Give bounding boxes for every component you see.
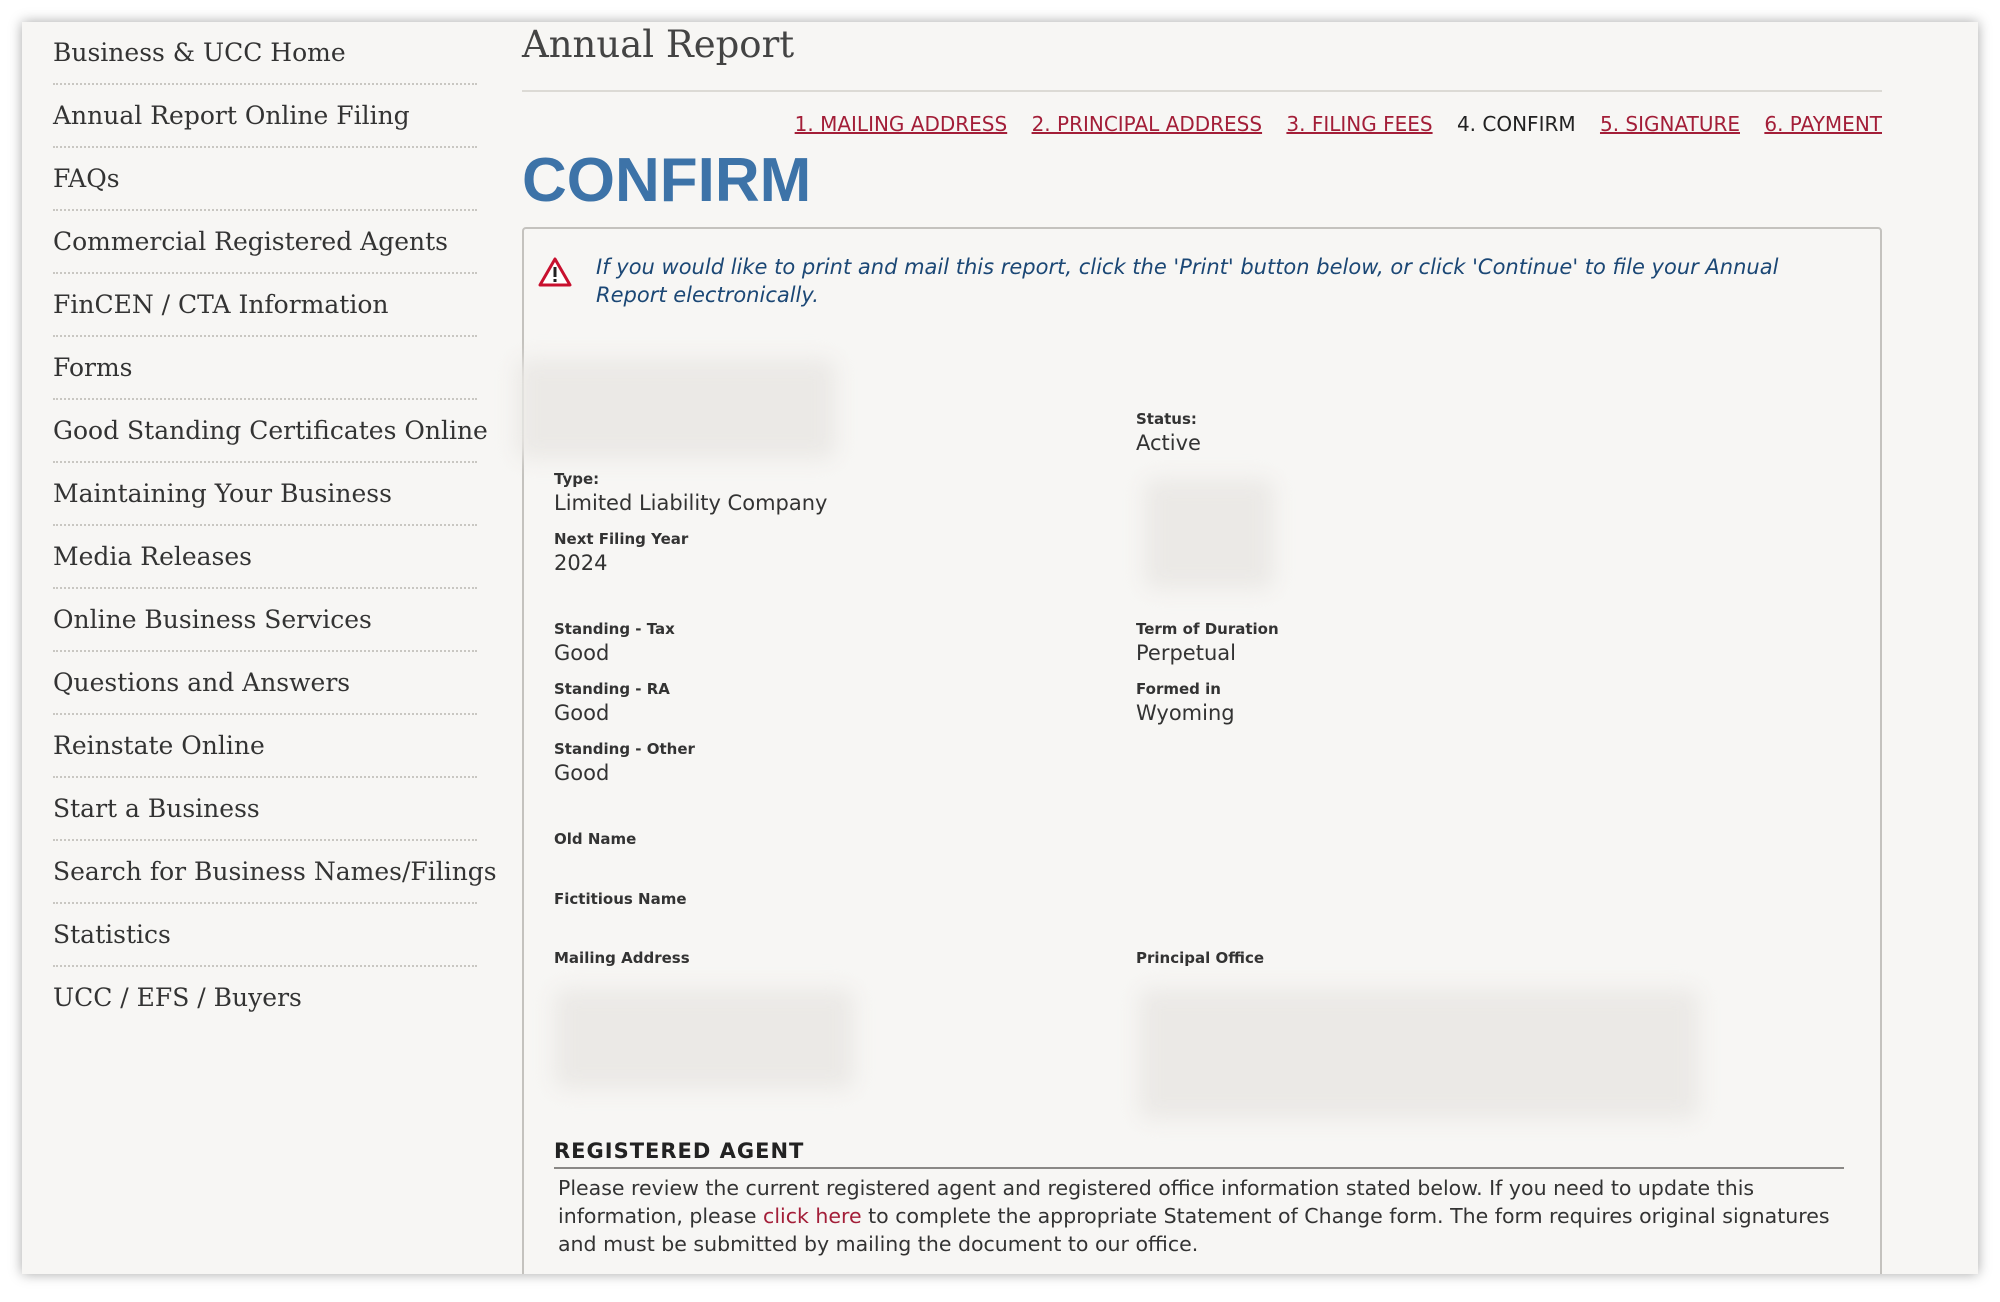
alert-message: If you would like to print and mail this… xyxy=(596,255,1779,307)
step-signature[interactable]: 5. SIGNATURE xyxy=(1600,112,1740,136)
standing-other-label: Standing - Other xyxy=(554,740,695,758)
mailing-address-label: Mailing Address xyxy=(554,949,690,967)
sidebar-item-online-business-services[interactable]: Online Business Services xyxy=(53,589,477,652)
sidebar-item-faqs[interactable]: FAQs xyxy=(53,148,477,211)
old-name-label: Old Name xyxy=(554,830,637,848)
term-of-duration-value: Perpetual xyxy=(1136,641,1236,665)
type-value: Limited Liability Company xyxy=(554,491,828,515)
redacted-mailing-address xyxy=(554,989,854,1089)
step-payment[interactable]: 6. PAYMENT xyxy=(1764,112,1882,136)
sidebar-item-search-business-names[interactable]: Search for Business Names/Filings xyxy=(53,841,497,904)
field-formed-in: Formed in Wyoming xyxy=(1136,679,1235,727)
wizard-steps: 1. MAILING ADDRESS 2. PRINCIPAL ADDRESS … xyxy=(777,112,1882,136)
sidebar-item-annual-report-online-filing[interactable]: Annual Report Online Filing xyxy=(53,85,477,148)
redacted-filing-info xyxy=(1144,479,1274,589)
standing-ra-label: Standing - RA xyxy=(554,680,670,698)
field-principal-office: Principal Office xyxy=(1136,948,1264,968)
field-type: Type: Limited Liability Company xyxy=(554,469,827,517)
redacted-principal-office xyxy=(1139,989,1699,1119)
sidebar-item-media-releases[interactable]: Media Releases xyxy=(53,526,477,589)
sidebar-item-start-a-business[interactable]: Start a Business xyxy=(53,778,477,841)
standing-tax-label: Standing - Tax xyxy=(554,620,675,638)
section-heading: CONFIRM xyxy=(522,146,812,215)
redacted-business-name xyxy=(516,359,836,459)
sidebar-item-reinstate-online[interactable]: Reinstate Online xyxy=(53,715,477,778)
field-old-name: Old Name xyxy=(554,829,636,849)
sidebar-item-commercial-registered-agents[interactable]: Commercial Registered Agents xyxy=(53,211,477,274)
title-divider xyxy=(522,90,1882,92)
field-term-of-duration: Term of Duration Perpetual xyxy=(1136,619,1279,667)
field-fictitious-name: Fictitious Name xyxy=(554,889,687,909)
next-filing-year-label: Next Filing Year xyxy=(554,530,689,548)
page-title: Annual Report xyxy=(522,23,795,66)
sidebar-item-forms[interactable]: Forms xyxy=(53,337,477,400)
type-label: Type: xyxy=(554,470,600,488)
formed-in-label: Formed in xyxy=(1136,680,1221,698)
standing-other-value: Good xyxy=(554,761,610,785)
step-filing-fees[interactable]: 3. FILING FEES xyxy=(1286,112,1432,136)
sidebar-item-fincen-cta[interactable]: FinCEN / CTA Information xyxy=(53,274,477,337)
fictitious-name-label: Fictitious Name xyxy=(554,890,687,908)
field-standing-other: Standing - Other Good xyxy=(554,739,695,787)
confirm-panel: If you would like to print and mail this… xyxy=(516,227,1882,1274)
sidebar-item-ucc-efs-buyers[interactable]: UCC / EFS / Buyers xyxy=(53,967,477,1028)
registered-agent-instructions: Please review the current registered age… xyxy=(558,1174,1838,1258)
registered-agent-heading: REGISTERED AGENT xyxy=(554,1139,1844,1169)
field-mailing-address: Mailing Address xyxy=(554,948,690,968)
status-value: Active xyxy=(1136,431,1201,455)
step-mailing-address[interactable]: 1. MAILING ADDRESS xyxy=(795,112,1008,136)
field-next-filing-year: Next Filing Year 2024 xyxy=(554,529,688,577)
field-standing-ra: Standing - RA Good xyxy=(554,679,670,727)
field-status: Status: Active xyxy=(1136,409,1201,457)
browser-page: Business & UCC Home Annual Report Online… xyxy=(22,22,1978,1274)
standing-tax-value: Good xyxy=(554,641,610,665)
next-filing-year-value: 2024 xyxy=(554,551,608,575)
sidebar-item-questions-and-answers[interactable]: Questions and Answers xyxy=(53,652,477,715)
sidebar-item-business-ucc-home[interactable]: Business & UCC Home xyxy=(53,22,477,85)
warning-triangle-icon xyxy=(538,257,572,287)
sidebar-item-statistics[interactable]: Statistics xyxy=(53,904,477,967)
sidebar-item-maintaining-your-business[interactable]: Maintaining Your Business xyxy=(53,463,477,526)
status-label: Status: xyxy=(1136,410,1197,428)
term-of-duration-label: Term of Duration xyxy=(1136,620,1279,638)
sidebar-nav: Business & UCC Home Annual Report Online… xyxy=(53,22,497,1028)
step-principal-address[interactable]: 2. PRINCIPAL ADDRESS xyxy=(1032,112,1263,136)
statement-of-change-link[interactable]: click here xyxy=(763,1204,862,1228)
formed-in-value: Wyoming xyxy=(1136,701,1235,725)
standing-ra-value: Good xyxy=(554,701,610,725)
field-standing-tax: Standing - Tax Good xyxy=(554,619,675,667)
sidebar-item-good-standing-certificates[interactable]: Good Standing Certificates Online xyxy=(53,400,488,463)
step-confirm-current: 4. CONFIRM xyxy=(1456,112,1576,136)
principal-office-label: Principal Office xyxy=(1136,949,1265,967)
